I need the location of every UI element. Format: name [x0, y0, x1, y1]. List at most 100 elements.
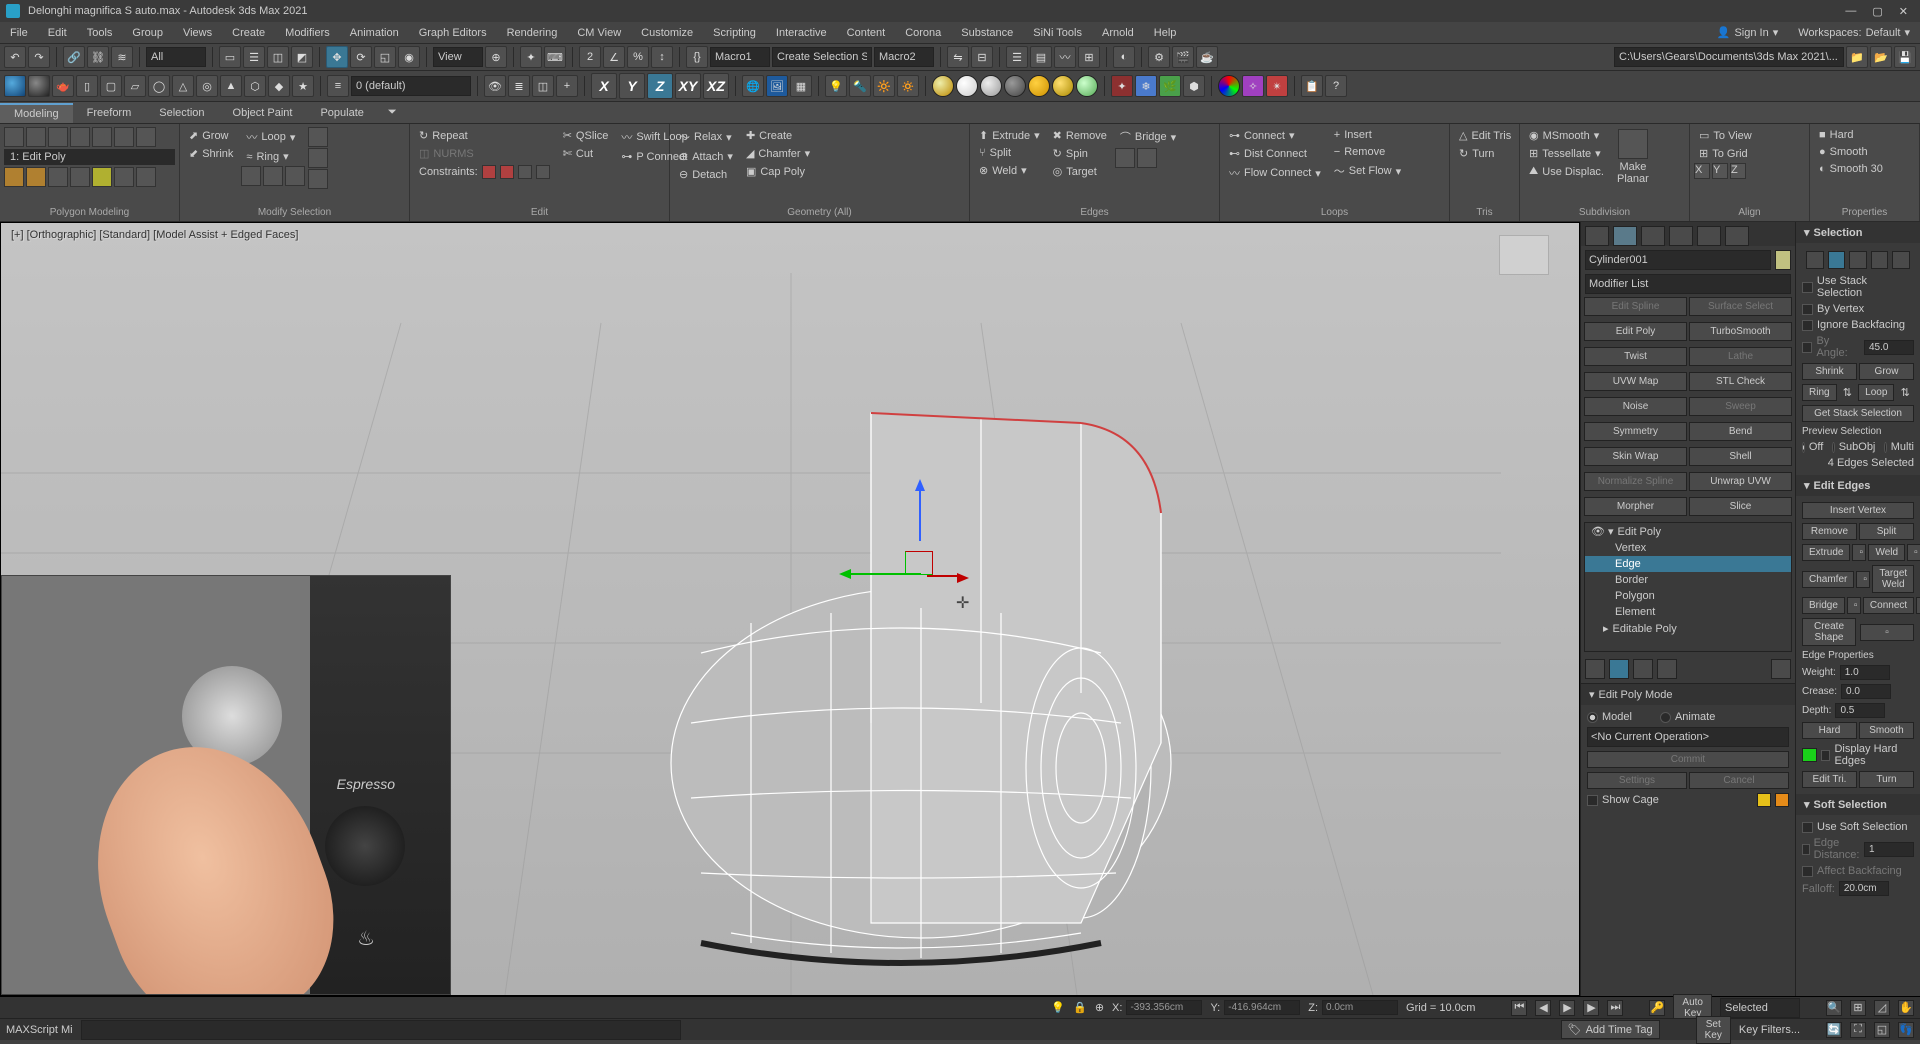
stack-vertex[interactable]: Vertex: [1585, 540, 1791, 556]
edge-1-icon[interactable]: [1115, 148, 1135, 168]
set-key-button[interactable]: Set Key: [1696, 1016, 1731, 1044]
isolate-toggle-icon[interactable]: 💡: [1051, 1001, 1065, 1014]
axis-xy-button[interactable]: XY: [675, 73, 701, 99]
key-icon[interactable]: 🔑: [1649, 1000, 1665, 1016]
sub-toggle-icon[interactable]: [136, 127, 156, 147]
get-stack-sel-button[interactable]: Get Stack Selection: [1802, 405, 1914, 422]
viewport[interactable]: [+] [Orthographic] [Standard] [Model Ass…: [0, 222, 1580, 996]
menu-views[interactable]: Views: [173, 27, 222, 39]
fx-5-icon[interactable]: ✧: [1242, 75, 1264, 97]
stack-element[interactable]: Element: [1585, 604, 1791, 620]
path-display[interactable]: [1614, 47, 1844, 67]
sub-preview-icon[interactable]: [114, 127, 134, 147]
tube-icon[interactable]: ◎: [196, 75, 218, 97]
select-region-button[interactable]: ◫: [267, 46, 289, 68]
rgb-icon[interactable]: [1218, 75, 1240, 97]
ms-5-icon[interactable]: [308, 148, 328, 168]
maximize-button[interactable]: ▢: [1872, 5, 1882, 18]
macro1-input[interactable]: [710, 47, 770, 67]
goto-start-button[interactable]: ⏮: [1511, 1000, 1527, 1016]
coord-x[interactable]: [1126, 1000, 1202, 1015]
align-button[interactable]: ⊟: [971, 46, 993, 68]
signin-button[interactable]: 👤 Sign In ▾: [1707, 26, 1788, 39]
sel-polygon-icon[interactable]: [1871, 251, 1889, 269]
falloff-spin[interactable]: [1839, 881, 1889, 896]
menu-create[interactable]: Create: [222, 27, 275, 39]
btn-sweep[interactable]: Sweep: [1689, 397, 1792, 416]
layer-stack-icon[interactable]: ≣: [508, 75, 530, 97]
sub-edge-icon[interactable]: [26, 127, 46, 147]
shrink-sel-button[interactable]: Shrink: [1802, 363, 1857, 380]
goto-end-button[interactable]: ⏭: [1607, 1000, 1623, 1016]
axis-xz-button[interactable]: XZ: [703, 73, 729, 99]
tab-populate[interactable]: Populate: [306, 104, 377, 122]
pm-3-icon[interactable]: [48, 167, 68, 187]
selection-filter[interactable]: [146, 47, 206, 67]
make-planar-button[interactable]: Make Planar: [1612, 127, 1654, 187]
mat-3-icon[interactable]: [980, 75, 1002, 97]
panel-utilities-tab[interactable]: [1725, 226, 1749, 246]
sub-element-icon[interactable]: [92, 127, 112, 147]
modifier-stack[interactable]: 👁 ▾ Edit Poly Vertex Edge Border Polygon…: [1584, 522, 1792, 652]
menu-tools[interactable]: Tools: [77, 27, 123, 39]
weight-spin[interactable]: [1840, 665, 1890, 680]
mat-6-icon[interactable]: [1052, 75, 1074, 97]
open-button[interactable]: 📂: [1870, 46, 1892, 68]
create-button[interactable]: ✚ Create: [741, 127, 815, 144]
btn-bend[interactable]: Bend: [1689, 422, 1792, 441]
tab-object-paint[interactable]: Object Paint: [219, 104, 307, 122]
sel-edge-icon[interactable]: [1828, 251, 1846, 269]
bulb-icon[interactable]: 💡: [825, 75, 847, 97]
stack-pin-icon[interactable]: [1585, 659, 1605, 679]
shrink-button[interactable]: ⬋ Shrink: [184, 145, 238, 162]
connect-edge-button[interactable]: Connect: [1863, 597, 1914, 614]
ms-2-icon[interactable]: [263, 166, 283, 186]
tab-freeform[interactable]: Freeform: [73, 104, 146, 122]
constraint-3-icon[interactable]: [518, 165, 532, 179]
btn-noise[interactable]: Noise: [1584, 397, 1687, 416]
render-setup-button[interactable]: ⚙: [1148, 46, 1170, 68]
fx-4-icon[interactable]: ⬢: [1183, 75, 1205, 97]
depth-spin[interactable]: [1835, 703, 1885, 718]
stack-config-icon[interactable]: [1771, 659, 1791, 679]
ms-4-icon[interactable]: [308, 127, 328, 147]
cage-color-2[interactable]: [1775, 793, 1789, 807]
spotlight-icon[interactable]: 🔦: [849, 75, 871, 97]
select-scale-button[interactable]: ◱: [374, 46, 396, 68]
mat-2-icon[interactable]: [956, 75, 978, 97]
btn-uvw-map[interactable]: UVW Map: [1584, 372, 1687, 391]
nav-zoom-icon[interactable]: 🔍: [1826, 1000, 1842, 1016]
link-button[interactable]: 🔗: [63, 46, 85, 68]
use-soft-sel-check[interactable]: [1802, 822, 1813, 833]
connect-settings-icon[interactable]: ▫: [1916, 597, 1920, 614]
cone-icon[interactable]: △: [172, 75, 194, 97]
axis-z-button[interactable]: Z: [647, 73, 673, 99]
ignore-backfacing-check[interactable]: [1802, 320, 1813, 331]
minimize-button[interactable]: —: [1845, 5, 1856, 18]
nav-fov-icon[interactable]: ◿: [1874, 1000, 1890, 1016]
connect-button[interactable]: ⊶ Connect ▾: [1224, 127, 1326, 144]
insert-vertex-button[interactable]: Insert Vertex: [1802, 502, 1914, 519]
align-x-button[interactable]: X: [1694, 163, 1710, 179]
next-frame-button[interactable]: ▶: [1583, 1000, 1599, 1016]
hard-edge-color[interactable]: [1802, 748, 1817, 762]
dist-connect-button[interactable]: ⊷ Dist Connect: [1224, 145, 1326, 162]
cylinder-icon[interactable]: ▯: [76, 75, 98, 97]
sub-border-icon[interactable]: [48, 127, 68, 147]
smooth-edge-button[interactable]: Smooth: [1859, 722, 1914, 739]
turn-button[interactable]: ↻ Turn: [1454, 145, 1516, 162]
xform-typein-icon[interactable]: ⊕: [1095, 1001, 1104, 1014]
pm-1-icon[interactable]: [4, 167, 24, 187]
menu-edit[interactable]: Edit: [38, 27, 77, 39]
cut-button[interactable]: ✄ Cut: [558, 145, 614, 162]
use-pivot-button[interactable]: ⊕: [485, 46, 507, 68]
sub-vertex-icon[interactable]: [4, 127, 24, 147]
btn-normalize-spline[interactable]: Normalize Spline: [1584, 472, 1687, 491]
bridge-settings-icon[interactable]: ▫: [1847, 597, 1861, 614]
menu-graph-editors[interactable]: Graph Editors: [409, 27, 497, 39]
flow-connect-button[interactable]: 〰 Flow Connect ▾: [1224, 163, 1326, 183]
split-button[interactable]: ⑂ Split: [974, 145, 1045, 161]
menu-arnold[interactable]: Arnold: [1092, 27, 1144, 39]
menu-help[interactable]: Help: [1144, 27, 1187, 39]
remove-button[interactable]: Remove: [1802, 523, 1857, 540]
